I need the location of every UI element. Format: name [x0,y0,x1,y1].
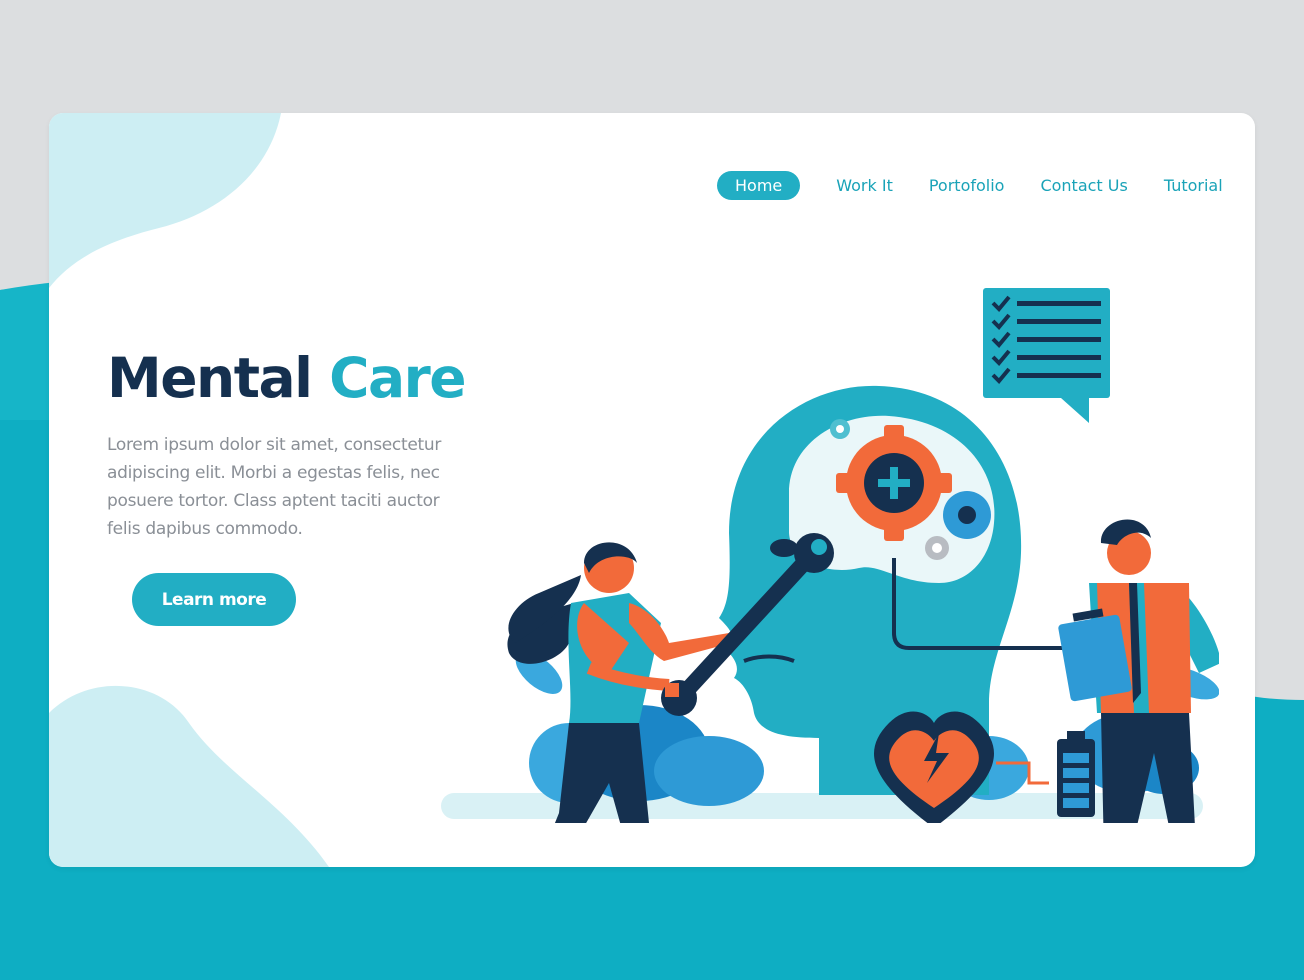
small-gear-icon [943,491,991,539]
top-gear-icon [830,419,850,439]
learn-more-button[interactable]: Learn more [132,573,296,626]
nav-work-it[interactable]: Work It [836,176,893,195]
hero-description: Lorem ipsum dolor sit amet, consectetur … [107,435,442,539]
top-nav: Home Work It Portofolio Contact Us Tutor… [717,170,1223,200]
battery-icon [1057,731,1095,817]
hero-title-part1: Mental [107,346,313,410]
checklist-bubble [983,288,1110,423]
landing-card: Home Work It Portofolio Contact Us Tutor… [49,113,1255,867]
nav-home[interactable]: Home [717,170,801,200]
tiny-gear-icon [925,536,949,560]
nav-contact-us[interactable]: Contact Us [1040,176,1127,195]
nav-tutorial[interactable]: Tutorial [1164,176,1223,195]
hero-title: Mental Care [107,351,467,406]
mental-care-illustration [441,288,1219,823]
head-eye [770,539,798,557]
nav-portofolio[interactable]: Portofolio [929,176,1005,195]
